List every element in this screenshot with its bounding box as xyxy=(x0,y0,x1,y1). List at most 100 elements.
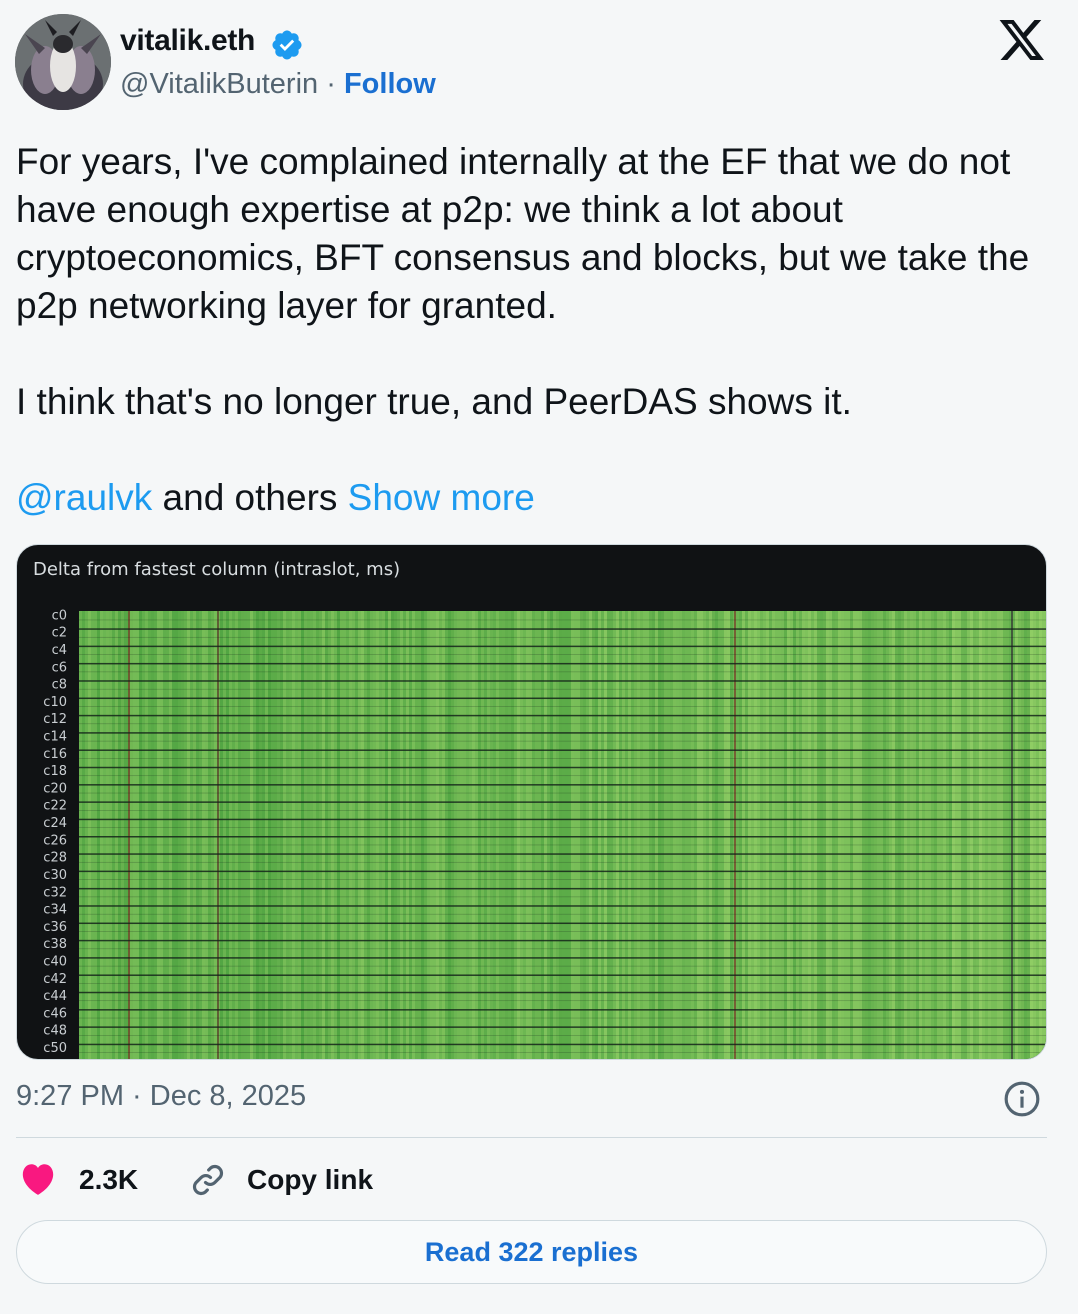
heatmap-row-label: c16 xyxy=(43,747,67,762)
heatmap-row-separator xyxy=(79,965,1046,967)
heatmap-row-label: c44 xyxy=(43,989,67,1004)
heatmap-row-label: c24 xyxy=(43,816,67,831)
heatmap-row-label: c2 xyxy=(52,626,67,641)
heatmap-row-separator xyxy=(79,792,1046,794)
heatmap-row-separator xyxy=(79,983,1046,984)
heatmap-row-separator xyxy=(79,939,1046,942)
handle-row: @VitalikButerin · Follow xyxy=(120,68,436,101)
heatmap-row-separator xyxy=(79,974,1046,976)
heatmap-row-separator xyxy=(79,671,1046,673)
heatmap-row-label: c10 xyxy=(43,695,67,710)
heatmap-row-label: c0 xyxy=(52,608,67,623)
media-image[interactable]: Delta from fastest column (intraslot, ms… xyxy=(16,544,1047,1060)
heatmap-row-label: c34 xyxy=(43,903,67,918)
copy-link-button[interactable]: Copy link xyxy=(247,1164,373,1196)
heatmap-row-separator xyxy=(79,1043,1046,1046)
heatmap-row-label: c48 xyxy=(43,1024,67,1039)
heatmap-row-separator xyxy=(79,1026,1046,1028)
heatmap-row-separator xyxy=(79,861,1046,863)
heatmap-row-separator xyxy=(79,931,1046,932)
heatmap-row-separator xyxy=(79,619,1046,621)
heatmap-row-separator xyxy=(79,879,1046,880)
heatmap-row-separator xyxy=(79,723,1046,725)
heatmap-row-separator xyxy=(79,636,1046,638)
heatmap-row-separator xyxy=(79,1009,1046,1011)
heatmap-row-label: c36 xyxy=(43,920,67,935)
avatar-image xyxy=(15,14,111,110)
heatmap-row-separator xyxy=(79,957,1046,959)
heatmap-row-separator xyxy=(79,1035,1046,1036)
tweet-paragraph-1: For years, I've complained internally at… xyxy=(16,141,1030,326)
verified-badge-icon xyxy=(272,30,302,60)
heatmap-row-label: c6 xyxy=(52,660,67,675)
heatmap-row-separator xyxy=(79,801,1046,803)
heatmap-row-separator xyxy=(79,1052,1046,1053)
heatmap-row-label: c42 xyxy=(43,972,67,987)
heatmap-row-separator xyxy=(79,714,1046,717)
heatmap-row-separator xyxy=(79,662,1046,665)
heatmap-row-separator xyxy=(79,740,1046,742)
heatmap-row-separator xyxy=(79,836,1046,838)
heatmap-row-separator xyxy=(79,922,1046,925)
read-replies-button[interactable]: Read 322 replies xyxy=(16,1220,1047,1284)
heatmap-row-separator xyxy=(79,913,1046,915)
heatmap-row-label: c20 xyxy=(43,781,67,796)
heatmap-chart: c0 c2 c4 c6 c8 c10 c12 c14 c16 c18 c20 c22 c24 c26 c28… xyxy=(43,608,1046,1059)
heatmap-row-separator xyxy=(79,810,1046,811)
divider xyxy=(16,1137,1047,1138)
heatmap-row-label: c4 xyxy=(52,643,67,658)
author-name[interactable]: vitalik.eth xyxy=(120,24,255,58)
heatmap-row-separator xyxy=(79,784,1046,786)
heatmap-row-separator xyxy=(79,654,1046,655)
mention-link[interactable]: @raulvk xyxy=(16,477,152,518)
heatmap-row-separator xyxy=(79,697,1046,700)
heatmap-row-label: c38 xyxy=(43,937,67,952)
heatmap-row-label: c8 xyxy=(52,678,67,693)
tweet-text: For years, I've complained internally at… xyxy=(16,138,1056,522)
separator-dot: · xyxy=(326,68,336,100)
heatmap-row-separator xyxy=(79,749,1046,751)
heatmap-row-label: c30 xyxy=(43,868,67,883)
heatmap-row-label: c32 xyxy=(43,885,67,900)
heatmap-row-separator xyxy=(79,706,1046,707)
heatmap-row-label: c22 xyxy=(43,799,67,814)
heatmap-row-separator xyxy=(79,758,1046,759)
tweet-paragraph-2: I think that's no longer true, and PeerD… xyxy=(16,381,852,422)
show-more-link[interactable]: Show more xyxy=(348,477,535,518)
heatmap-row-separator xyxy=(79,775,1046,777)
heatmap-row-separator xyxy=(79,887,1046,890)
heatmap-row-separator xyxy=(79,896,1046,898)
heatmap-row-label: c46 xyxy=(43,1006,67,1021)
x-logo-icon[interactable] xyxy=(998,18,1046,62)
heatmap-row-label: c40 xyxy=(43,954,67,969)
author-handle[interactable]: @VitalikButerin xyxy=(120,68,318,100)
link-icon[interactable] xyxy=(188,1160,228,1200)
heatmap-row-separator xyxy=(79,844,1046,846)
heatmap-row-separator xyxy=(79,688,1046,690)
heatmap-row-separator xyxy=(79,1017,1046,1019)
follow-button[interactable]: Follow xyxy=(344,68,436,100)
heatmap-row-separator xyxy=(79,732,1046,734)
heatmap-row-separator xyxy=(79,645,1046,648)
heatmap-row-separator xyxy=(79,818,1046,821)
tweet-timestamp[interactable]: 9:27 PM · Dec 8, 2025 xyxy=(16,1080,306,1113)
avatar[interactable] xyxy=(15,14,111,110)
heatmap-row-label: c18 xyxy=(43,764,67,779)
tweet-paragraph-3-text: and others xyxy=(152,477,348,518)
info-icon[interactable] xyxy=(1003,1080,1041,1118)
like-heart-icon[interactable] xyxy=(20,1162,56,1196)
heatmap-row-label: c50 xyxy=(43,1041,67,1056)
heatmap-row-separator xyxy=(79,905,1046,907)
heatmap-row-separator xyxy=(79,870,1046,873)
heatmap-row-label: c26 xyxy=(43,833,67,848)
heatmap-row-label: c12 xyxy=(43,712,67,727)
like-count[interactable]: 2.3K xyxy=(79,1164,138,1196)
heatmap-row-label: c28 xyxy=(43,851,67,866)
heatmap-row-separator xyxy=(79,1000,1046,1002)
heatmap-row-separator xyxy=(79,991,1046,994)
heatmap-row-label: c14 xyxy=(43,729,67,744)
heatmap-row-separator xyxy=(79,766,1046,769)
heatmap-row-separator xyxy=(79,680,1046,682)
heatmap-row-separator xyxy=(79,948,1046,950)
tweet-paragraph-3: @raulvk and others Show more xyxy=(16,474,1056,522)
